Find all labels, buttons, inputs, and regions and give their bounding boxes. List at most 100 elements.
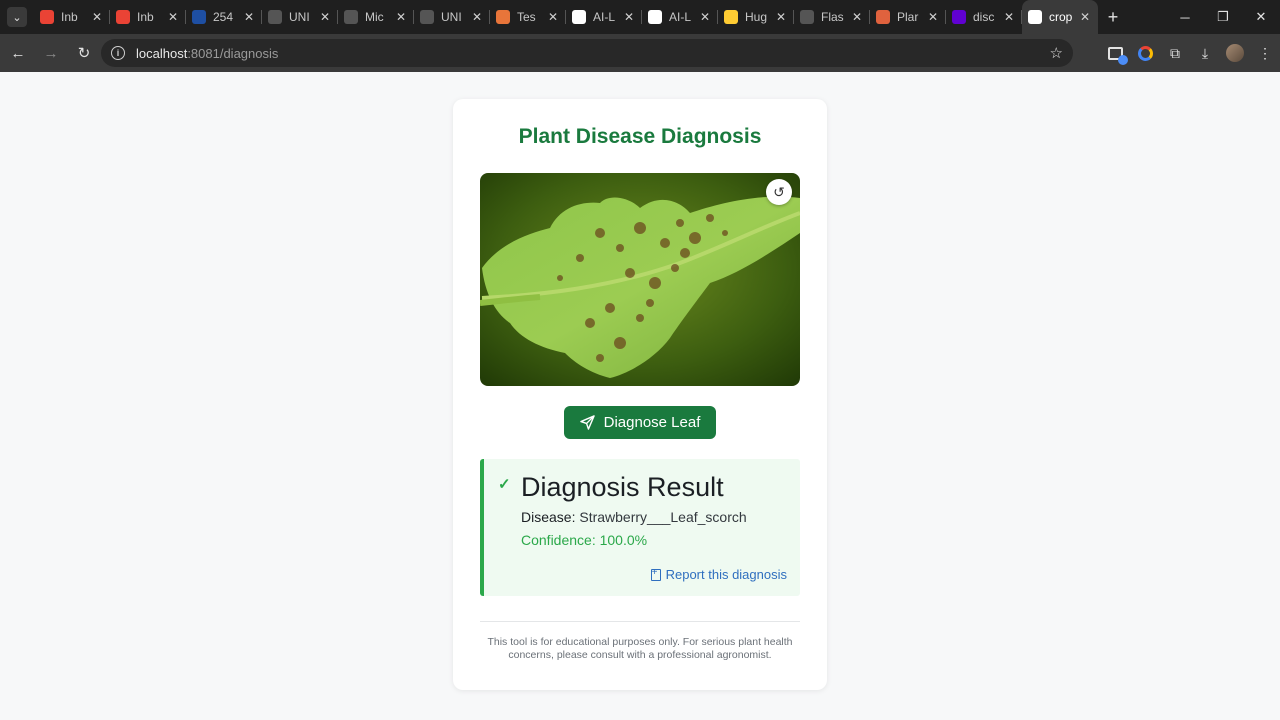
send-icon xyxy=(579,415,595,430)
address-bar[interactable]: i localhost:8081/diagnosis ☆ xyxy=(101,39,1073,67)
page-title: Plant Disease Diagnosis xyxy=(518,125,762,148)
new-tab-button[interactable]: + xyxy=(1098,0,1128,34)
extensions-puzzle-icon[interactable]: ⧉ xyxy=(1160,38,1190,68)
tab-title: Hug xyxy=(745,10,768,24)
gmail-icon xyxy=(40,10,54,24)
chevron-down-icon: ⌄ xyxy=(7,7,27,27)
window-controls: ─ ❐ ✕ xyxy=(1166,0,1280,34)
tab-title: Tes xyxy=(517,10,536,24)
claude-icon xyxy=(876,10,890,24)
diagnosis-result-panel: ✓ Diagnosis Result Disease: Strawberry__… xyxy=(480,459,800,596)
browser-tab[interactable]: UNI ✕ xyxy=(414,0,490,34)
tab-title: UNI xyxy=(441,10,462,24)
github-icon xyxy=(648,10,662,24)
tab-title: Plar xyxy=(897,10,919,24)
close-tab-icon[interactable]: ✕ xyxy=(622,10,636,24)
tab-title: UNI xyxy=(289,10,310,24)
check-icon: ✓ xyxy=(498,476,511,493)
browser-tab[interactable]: Inb ✕ xyxy=(34,0,110,34)
file-plus-icon xyxy=(650,567,661,581)
close-tab-icon[interactable]: ✕ xyxy=(698,10,712,24)
close-tab-icon[interactable]: ✕ xyxy=(1002,10,1016,24)
tab-search-button[interactable]: ⌄ xyxy=(0,0,34,34)
forward-button[interactable]: → xyxy=(36,38,66,68)
globe-icon xyxy=(344,10,358,24)
close-window-button[interactable]: ✕ xyxy=(1242,0,1280,34)
browser-tab[interactable]: Flas ✕ xyxy=(794,0,870,34)
close-tab-icon[interactable]: ✕ xyxy=(242,10,256,24)
close-tab-icon[interactable]: ✕ xyxy=(850,10,864,24)
confidence-label: Confidence: xyxy=(521,532,596,548)
chrome-extension-icon[interactable] xyxy=(1130,38,1160,68)
diagnosis-card: Plant Disease Diagnosis ↺ Diagnose Leaf … xyxy=(453,99,827,690)
close-tab-icon[interactable]: ✕ xyxy=(166,10,180,24)
yahoo-icon xyxy=(952,10,966,24)
globe-icon xyxy=(420,10,434,24)
disease-label: Disease: xyxy=(521,509,576,525)
tab-title: AI-L xyxy=(669,10,692,24)
tab-groups-extension-icon[interactable] xyxy=(1100,38,1130,68)
tab-title: 254 xyxy=(213,10,234,24)
close-tab-icon[interactable]: ✕ xyxy=(394,10,408,24)
disclaimer-text: This tool is for educational purposes on… xyxy=(487,636,793,661)
browser-tab[interactable]: Plar ✕ xyxy=(870,0,946,34)
browser-tab[interactable]: crop ✕ xyxy=(1022,0,1098,34)
toolbar-actions: ⧉ ⤓ ⋮ xyxy=(1100,34,1280,72)
divider xyxy=(480,621,800,622)
browser-tab[interactable]: Mic ✕ xyxy=(338,0,414,34)
back-button[interactable]: ← xyxy=(3,38,33,68)
tab-title: AI-L xyxy=(593,10,616,24)
browser-tab[interactable]: Inb ✕ xyxy=(110,0,186,34)
url-host: localhost xyxy=(136,45,188,61)
gmail-icon xyxy=(116,10,130,24)
un-icon xyxy=(192,10,206,24)
report-diagnosis-link[interactable]: Report this diagnosis xyxy=(650,567,787,582)
browser-toolbar: ← → ↻ i localhost:8081/diagnosis ☆ ⧉ ⤓ ⋮ xyxy=(0,34,1280,72)
tab-strip: Inb ✕ Inb ✕ 254 ✕ UNI ✕ Mic ✕ UNI ✕ Tes ✕ AI-L ✕ AI-L ✕ Hu… xyxy=(34,0,1098,34)
confidence-value: 100.0% xyxy=(599,532,648,548)
orange-icon xyxy=(496,10,510,24)
globe-icon xyxy=(800,10,814,24)
report-link-label: Report this diagnosis xyxy=(665,567,787,582)
heart-icon xyxy=(1028,10,1042,24)
page-content: Plant Disease Diagnosis ↺ Diagnose Leaf … xyxy=(0,72,1280,720)
tab-title: Flas xyxy=(821,10,844,24)
close-tab-icon[interactable]: ✕ xyxy=(774,10,788,24)
disease-line: Disease: Strawberry___Leaf_scorch xyxy=(521,509,747,525)
reset-image-button[interactable]: ↺ xyxy=(766,179,792,205)
close-tab-icon[interactable]: ✕ xyxy=(470,10,484,24)
result-heading: Diagnosis Result xyxy=(521,472,724,502)
url-path: :8081/diagnosis xyxy=(187,45,279,61)
browser-tab[interactable]: Hug ✕ xyxy=(718,0,794,34)
browser-tab[interactable]: disc ✕ xyxy=(946,0,1022,34)
refresh-icon: ↺ xyxy=(773,183,785,200)
confidence-line: Confidence: 100.0% xyxy=(521,532,647,548)
github-icon xyxy=(572,10,586,24)
huggingface-icon xyxy=(724,10,738,24)
site-info-icon[interactable]: i xyxy=(111,46,125,60)
download-icon[interactable]: ⤓ xyxy=(1190,38,1220,68)
leaf-image xyxy=(480,173,800,386)
browser-tab[interactable]: AI-L ✕ xyxy=(642,0,718,34)
tab-title: Mic xyxy=(365,10,384,24)
browser-tab[interactable]: UNI ✕ xyxy=(262,0,338,34)
browser-tab[interactable]: AI-L ✕ xyxy=(566,0,642,34)
profile-avatar[interactable] xyxy=(1220,38,1250,68)
close-tab-icon[interactable]: ✕ xyxy=(546,10,560,24)
maximize-button[interactable]: ❐ xyxy=(1204,0,1242,34)
close-tab-icon[interactable]: ✕ xyxy=(1078,10,1092,24)
browser-tab[interactable]: Tes ✕ xyxy=(490,0,566,34)
diagnose-leaf-button[interactable]: Diagnose Leaf xyxy=(564,406,716,439)
bookmark-star-icon[interactable]: ☆ xyxy=(1050,44,1063,62)
tab-title: Inb xyxy=(61,10,78,24)
browser-tab-bar: ⌄ Inb ✕ Inb ✕ 254 ✕ UNI ✕ Mic ✕ UNI ✕ Tes ✕ AI-L ✕ AI-L ✕… xyxy=(0,0,1280,34)
close-tab-icon[interactable]: ✕ xyxy=(90,10,104,24)
close-tab-icon[interactable]: ✕ xyxy=(926,10,940,24)
minimize-button[interactable]: ─ xyxy=(1166,0,1204,34)
close-tab-icon[interactable]: ✕ xyxy=(318,10,332,24)
diagnose-button-label: Diagnose Leaf xyxy=(603,414,701,431)
tab-title: disc xyxy=(973,10,995,24)
browser-tab[interactable]: 254 ✕ xyxy=(186,0,262,34)
more-menu-icon[interactable]: ⋮ xyxy=(1250,38,1280,68)
reload-button[interactable]: ↻ xyxy=(69,38,99,68)
